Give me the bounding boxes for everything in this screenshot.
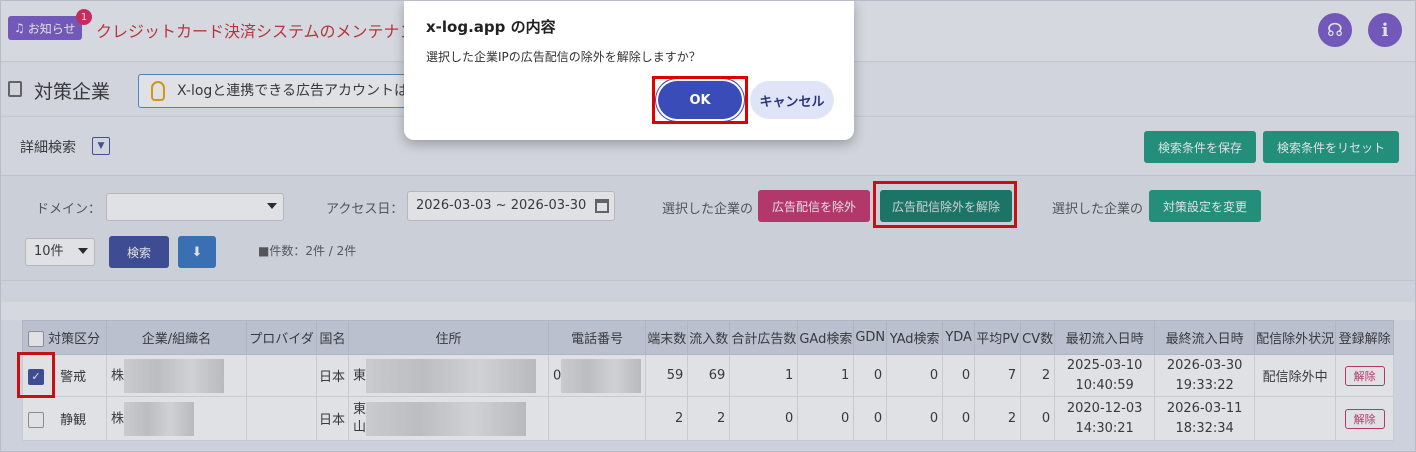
dialog-title: x-log.app の内容 [426,18,556,36]
confirm-dialog: x-log.app の内容 選択した企業IPの広告配信の除外を解除しますか？ O… [404,0,854,140]
ok-button[interactable]: OK [658,81,742,119]
dialog-message: 選択した企業IPの広告配信の除外を解除しますか？ [426,50,701,64]
cancel-button[interactable]: キャンセル [750,81,834,119]
